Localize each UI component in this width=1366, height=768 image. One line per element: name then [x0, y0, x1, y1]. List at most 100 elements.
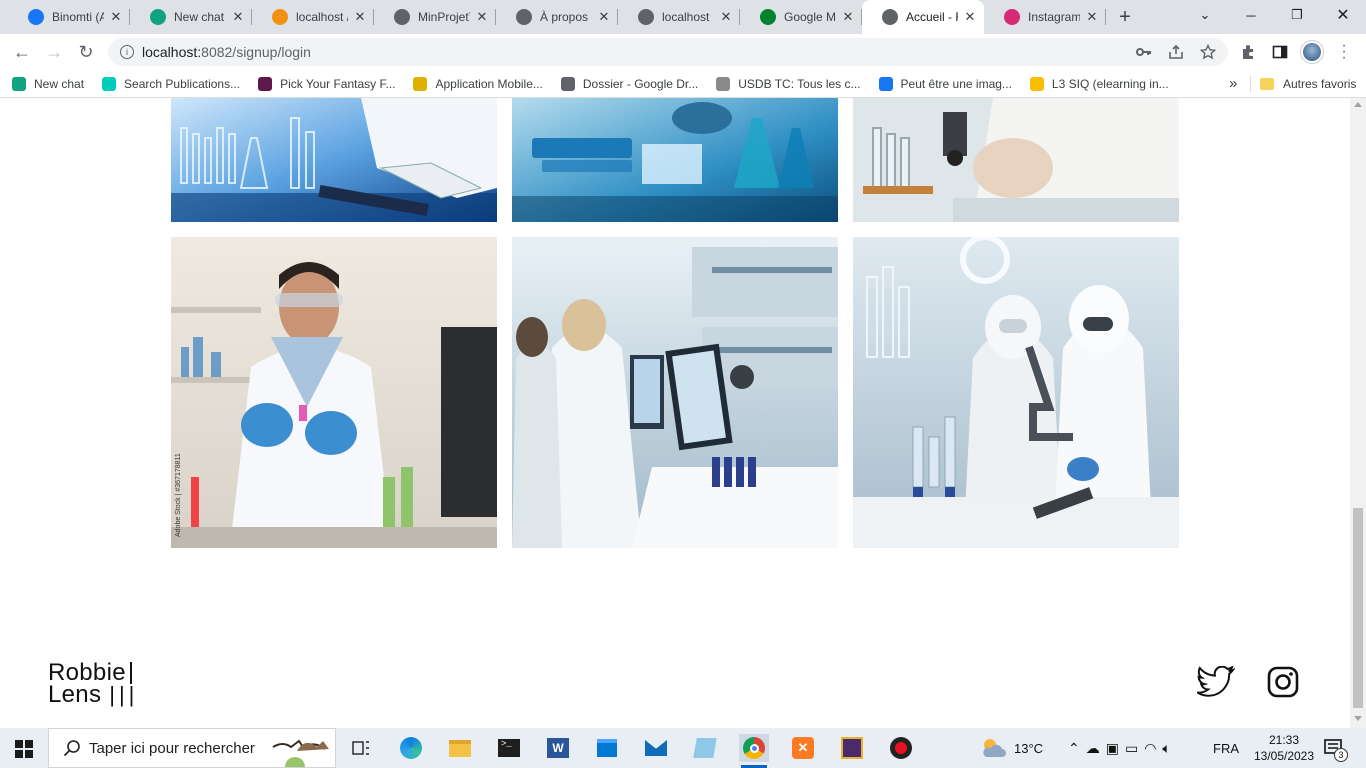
notifications-button[interactable]: 3 [1324, 728, 1348, 768]
tab-title: localhost [662, 10, 710, 24]
camera-icon[interactable]: ▣ [1106, 740, 1125, 757]
scroll-down-arrow[interactable] [1354, 716, 1362, 721]
bookmark-item[interactable]: Search Publications... [102, 76, 240, 91]
globe-icon [516, 9, 532, 25]
close-tab-icon[interactable]: ✕ [352, 9, 368, 25]
volume-icon[interactable]: 🔈︎ [1162, 740, 1176, 757]
bookmarks-separator [1250, 76, 1251, 92]
windows-start-icon[interactable] [15, 740, 33, 758]
clock-time: 21:33 [1268, 733, 1300, 747]
browser-tab[interactable]: localhost ✕ [618, 0, 740, 34]
bookmark-list: New chat Search Publications... Pick Your … [12, 76, 1187, 91]
twitter-icon[interactable] [1197, 666, 1235, 698]
close-tab-icon[interactable]: ✕ [474, 9, 490, 25]
bookmark-item[interactable]: USDB TC: Tous les c... [716, 76, 861, 91]
facebook-icon [878, 76, 893, 91]
bookmark-label: Application Mobile... [435, 76, 543, 91]
bookmark-star-icon[interactable] [1200, 44, 1216, 60]
side-panel-icon[interactable] [1272, 44, 1288, 60]
game-app-icon[interactable] [837, 734, 867, 762]
restore-button[interactable]: ❐ [1274, 0, 1320, 30]
microsoft-store-icon[interactable] [592, 734, 622, 762]
share-icon[interactable] [1168, 44, 1184, 60]
show-hidden-icons-chevron-icon[interactable]: ⌃ [1068, 740, 1086, 757]
browser-tab[interactable]: New chat ✕ [130, 0, 252, 34]
globe-icon [882, 9, 898, 25]
word-icon[interactable]: W [543, 734, 573, 762]
stock-watermark-text: Adobe Stock | #367178811 [175, 453, 182, 537]
other-favorites-folder[interactable]: Autres favoris [1260, 77, 1356, 91]
folder-image-icon [413, 76, 428, 91]
bookmark-item[interactable]: Pick Your Fantasy F... [258, 76, 395, 91]
back-button[interactable]: ← [6, 36, 38, 68]
tab-title: localhost / [296, 10, 348, 24]
lab-photo-researchers-monitors [512, 237, 838, 548]
file-explorer-icon[interactable] [445, 734, 475, 762]
browser-tab[interactable]: MinProjetT ✕ [374, 0, 496, 34]
bookmarks-overflow-button[interactable]: » [1229, 75, 1237, 92]
close-tab-icon[interactable]: ✕ [108, 9, 124, 25]
site-info-icon[interactable]: i [120, 45, 134, 59]
xampp-icon[interactable]: ✕ [788, 734, 818, 762]
bookmark-label: Peut être une imag... [900, 76, 1012, 91]
edge-icon[interactable] [396, 734, 426, 762]
taskbar-search-box[interactable]: Taper ici pour rechercher [48, 728, 336, 768]
profile-avatar[interactable] [1301, 41, 1323, 63]
extensions-icon[interactable] [1240, 44, 1256, 60]
bookmark-item[interactable]: L3 SIQ (elearning in... [1029, 76, 1169, 91]
scroll-up-arrow[interactable] [1354, 102, 1362, 107]
lab-photo-hazmat-microscope [853, 237, 1179, 548]
browser-tab[interactable]: Google Me ✕ [740, 0, 862, 34]
new-tab-button[interactable]: + [1106, 6, 1144, 29]
facebook-icon [28, 9, 44, 25]
browser-tab[interactable]: Instagram ✕ [984, 0, 1106, 34]
onedrive-cloud-icon[interactable]: ☁ [1086, 740, 1106, 757]
forward-button[interactable]: → [38, 36, 70, 68]
close-tab-icon[interactable]: ✕ [718, 9, 734, 25]
reload-button[interactable]: ↻ [70, 36, 102, 68]
bookmark-item[interactable]: Peut être une imag... [878, 76, 1012, 91]
moodle-icon [716, 76, 731, 91]
google-meet-icon [760, 9, 776, 25]
close-tab-icon[interactable]: ✕ [840, 9, 856, 25]
chrome-icon[interactable] [739, 734, 769, 762]
close-window-button[interactable]: ✕ [1320, 0, 1366, 30]
notepad-icon[interactable] [690, 734, 720, 762]
bookmark-item[interactable]: New chat [12, 76, 84, 91]
chatgpt-icon [12, 76, 26, 91]
browser-tab[interactable]: Binomti (A ✕ [8, 0, 130, 34]
phpmyadmin-icon [272, 9, 288, 25]
close-tab-icon[interactable]: ✕ [1084, 9, 1100, 25]
browser-tab[interactable]: localhost / ✕ [252, 0, 374, 34]
clock[interactable]: 21:33 13/05/2023 [1252, 728, 1316, 768]
geese-illustration-icon [272, 739, 329, 767]
minimize-button[interactable]: ─ [1228, 0, 1274, 30]
battery-icon[interactable]: ▭ [1125, 740, 1144, 757]
key-icon[interactable] [1136, 45, 1152, 59]
weather-widget[interactable]: 13°C [980, 728, 1043, 768]
windows-taskbar: Taper ici pour rechercher >_ W ✕ 13°C ⌃ ☁… [0, 728, 1366, 768]
mail-icon[interactable] [641, 734, 671, 762]
terminal-icon[interactable]: >_ [494, 734, 524, 762]
address-bar[interactable]: i localhost: 8082/signup/login [108, 38, 1228, 66]
mask-icon [258, 76, 273, 91]
record-app-icon[interactable] [886, 734, 916, 762]
browser-tab[interactable]: Accueil - R ✕ [862, 0, 984, 34]
weather-cloud-icon [983, 739, 1006, 757]
bookmark-item[interactable]: Dossier - Google Dr... [560, 76, 698, 91]
language-indicator[interactable]: FRA [1213, 728, 1239, 768]
robbie-lens-logo[interactable]: Robbie Lens ||| [48, 661, 138, 707]
tab-search-icon[interactable]: ⌄ [1182, 0, 1228, 30]
instagram-icon[interactable] [1267, 666, 1299, 698]
close-tab-icon[interactable]: ✕ [596, 9, 612, 25]
menu-icon[interactable]: · · · [1336, 38, 1352, 66]
task-view-icon[interactable] [346, 734, 376, 762]
browser-tab[interactable]: À propos - ✕ [496, 0, 618, 34]
wifi-icon[interactable]: ◠ [1144, 740, 1162, 757]
close-tab-icon[interactable]: ✕ [230, 9, 246, 25]
scrollbar-thumb[interactable] [1353, 508, 1363, 708]
page-scrollbar[interactable] [1350, 98, 1366, 728]
close-tab-icon[interactable]: ✕ [962, 9, 978, 25]
system-tray-icons[interactable]: ⌃ ☁ ▣ ▭ ◠ 🔈︎ [1068, 728, 1177, 768]
bookmark-item[interactable]: Application Mobile... [413, 76, 543, 91]
